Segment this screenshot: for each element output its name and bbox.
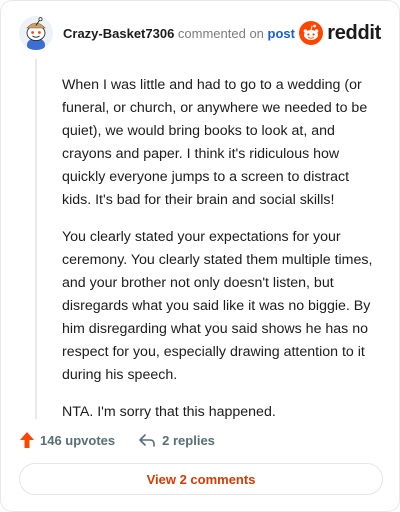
- comment-header: Crazy-Basket7306 commented on post reddi…: [19, 16, 381, 52]
- reply-arrow-icon: [139, 434, 155, 447]
- comment-paragraph: NTA. I'm sorry that this happened.: [62, 404, 276, 420]
- view-comments-label: View 2 comments: [146, 471, 256, 487]
- replies-button[interactable]: 2 replies: [138, 432, 215, 448]
- snoo-avatar-icon: [19, 16, 53, 50]
- author-name[interactable]: Crazy-Basket7306: [63, 26, 174, 41]
- comment-body: When I was little and had to go to a wed…: [62, 74, 382, 438]
- replies-count: 2 replies: [162, 432, 215, 448]
- comment-paragraph: When I was little and had to go to a wed…: [62, 77, 368, 208]
- action-text: commented on: [177, 26, 264, 41]
- view-comments-button[interactable]: View 2 comments: [19, 463, 383, 495]
- upvote-arrow-icon: [20, 432, 34, 448]
- author-line: Crazy-Basket7306 commented on post: [63, 26, 295, 41]
- user-avatar[interactable]: [19, 16, 53, 50]
- thread-line: [35, 59, 37, 419]
- comment-paragraph: You clearly stated your expectations for…: [62, 229, 373, 383]
- reddit-wordmark: reddit: [327, 21, 381, 44]
- upvote-count: 146 upvotes: [40, 432, 116, 448]
- reddit-brand[interactable]: reddit: [299, 20, 381, 46]
- post-link[interactable]: post: [268, 26, 295, 41]
- upvote-button[interactable]: 146 upvotes: [19, 431, 115, 449]
- comment-card: Crazy-Basket7306 commented on post reddi…: [0, 0, 400, 512]
- comment-actions: 146 upvotes 2 replies: [19, 429, 215, 451]
- reddit-logo-icon: [299, 21, 324, 45]
